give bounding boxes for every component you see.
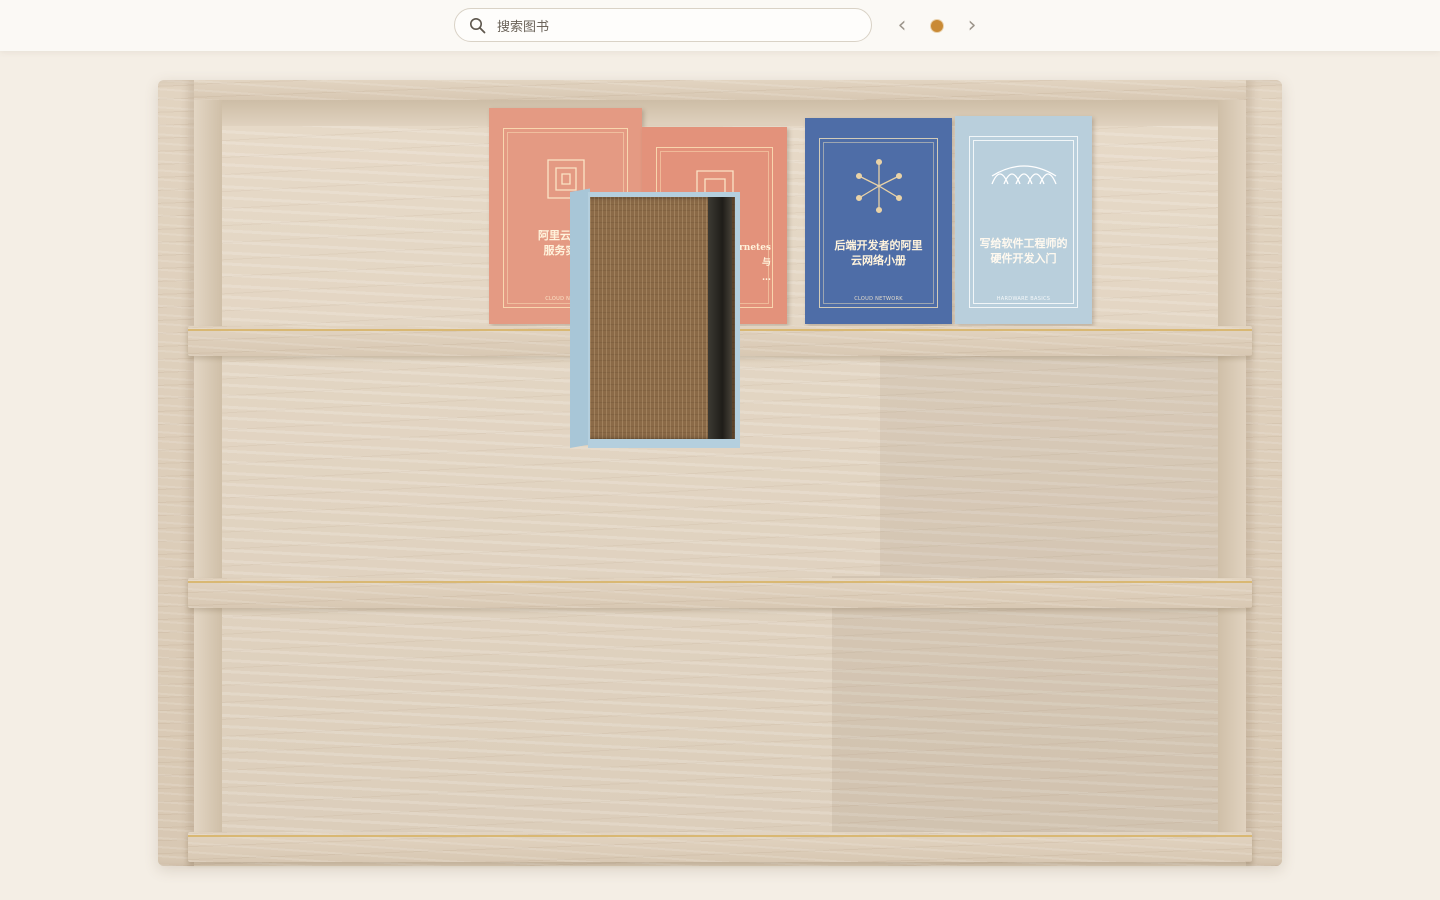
prev-page-button[interactable]: ‹ <box>891 13 913 39</box>
inner-right-wall <box>1218 100 1246 840</box>
light-shadow-lower <box>832 576 880 838</box>
book-hardware-basics[interactable]: 写给软件工程师的 硬件开发入门 HARDWARE BASICS <box>955 116 1092 324</box>
shelf-board-2 <box>188 578 1252 608</box>
book-spine <box>708 197 732 439</box>
search-icon <box>470 18 486 34</box>
inner-left-wall <box>194 100 222 840</box>
network-star-icon <box>855 158 902 214</box>
book-cover-edge <box>570 188 590 449</box>
bookshelf: 阿里云云原 服务实践 CLOUD NATIVE Kubernetes 与 … 后… <box>0 0 1440 900</box>
arches-icon <box>990 165 1057 185</box>
page-indicator-dot[interactable] <box>931 20 943 32</box>
book-title: 后端开发者的阿里 云网络小册 <box>834 239 923 267</box>
left-side-panel <box>158 80 194 866</box>
search-box[interactable] <box>454 8 872 42</box>
top-bar: ‹ › <box>0 0 1440 51</box>
shelf-gold-trim <box>188 835 1252 837</box>
book-subtitle: HARDWARE BASICS <box>996 296 1051 302</box>
book-title: 写给软件工程师的 硬件开发入门 <box>979 237 1068 265</box>
shelf-gold-trim <box>188 581 1252 583</box>
book-subtitle: CLOUD NETWORK <box>854 296 903 302</box>
shelf-board-3 <box>188 832 1252 862</box>
next-page-button[interactable]: › <box>961 13 983 39</box>
search-input[interactable] <box>495 15 859 39</box>
book-cloud-network[interactable]: 后端开发者的阿里 云网络小册 CLOUD NETWORK <box>805 118 952 324</box>
top-board <box>194 80 1246 100</box>
right-side-panel <box>1246 80 1282 866</box>
dragged-book[interactable] <box>570 162 740 449</box>
